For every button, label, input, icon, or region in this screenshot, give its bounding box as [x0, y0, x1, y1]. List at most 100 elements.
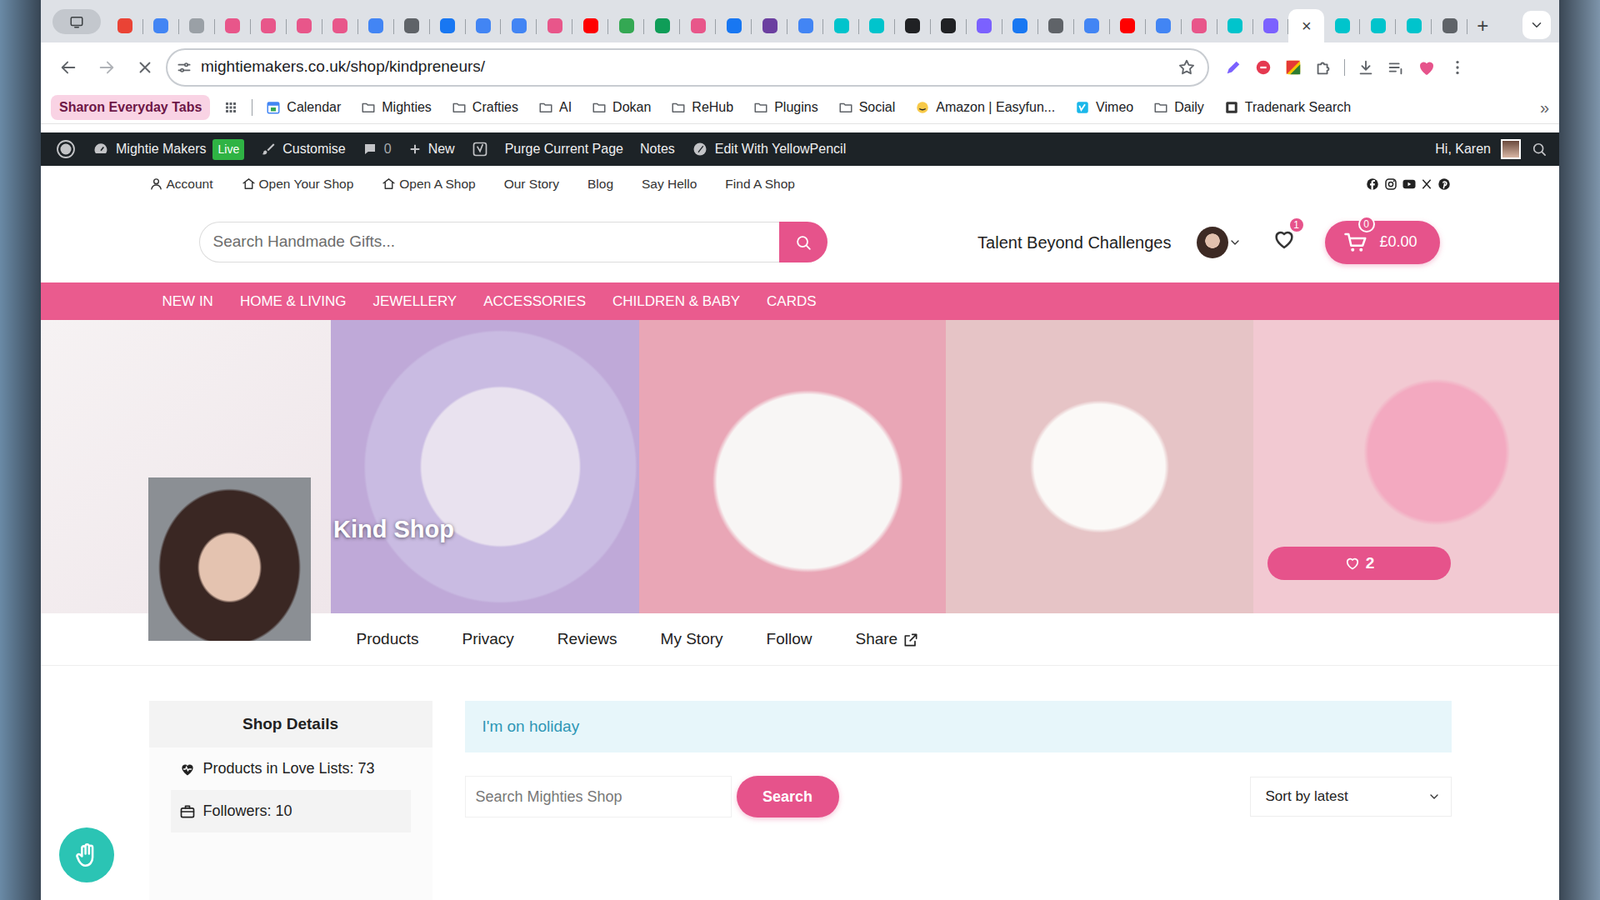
browser-tab[interactable]: ×: [1288, 9, 1325, 43]
shop-tab[interactable]: Privacy: [461, 627, 514, 652]
top-nav-link[interactable]: Open A Shop: [381, 174, 475, 194]
new-menu[interactable]: New: [408, 139, 455, 160]
shop-search-input[interactable]: [465, 775, 732, 818]
browser-tab[interactable]: [500, 9, 537, 43]
tab-menu-button[interactable]: [1522, 10, 1551, 40]
customise-link[interactable]: Customise: [260, 139, 346, 160]
top-nav-link[interactable]: Account: [149, 174, 214, 194]
browser-tab[interactable]: [179, 9, 215, 43]
browser-tab[interactable]: [1324, 9, 1360, 43]
browser-tab[interactable]: [1074, 9, 1110, 43]
cart-button[interactable]: 0£0.00: [1325, 220, 1440, 265]
bookmark[interactable]: Dokan: [585, 95, 658, 120]
bookmark[interactable]: Plugins: [746, 95, 825, 120]
bookmark[interactable]: Calendar: [259, 95, 348, 120]
browser-tab[interactable]: [1002, 9, 1039, 43]
shop-tab[interactable]: Products: [356, 627, 420, 652]
menu-item[interactable]: HOME & LIVING: [240, 290, 347, 313]
browser-tab[interactable]: [322, 9, 359, 43]
bookmark[interactable]: ReHub: [664, 95, 740, 120]
user-avatar-icon[interactable]: [1196, 226, 1229, 259]
browser-tab[interactable]: [895, 9, 931, 43]
top-nav-link[interactable]: Open Your Shop: [241, 174, 355, 194]
search-button[interactable]: [779, 221, 828, 263]
admin-link[interactable]: Purge Current Page: [505, 139, 624, 160]
browser-tab[interactable]: [608, 9, 645, 43]
browser-tab[interactable]: [572, 9, 609, 43]
browser-tab[interactable]: [465, 9, 502, 43]
bookmark[interactable]: AI: [531, 95, 579, 120]
bookmark[interactable]: Amazon | Easyfun...: [908, 95, 1062, 120]
browser-tab[interactable]: [751, 9, 788, 43]
top-nav-link[interactable]: Blog: [587, 174, 614, 194]
menu-item[interactable]: JEWELLERY: [372, 290, 457, 313]
browser-tab[interactable]: [1431, 9, 1468, 43]
menu-item[interactable]: ACCESSORIES: [483, 290, 586, 313]
admin-link[interactable]: Notes: [640, 139, 675, 160]
browser-tab[interactable]: [107, 9, 144, 43]
forward-button[interactable]: [89, 50, 125, 85]
browser-tab[interactable]: [215, 9, 251, 43]
top-nav-link[interactable]: Say Hello: [641, 174, 697, 194]
browser-tab[interactable]: [394, 9, 430, 43]
apps-button[interactable]: [216, 100, 245, 115]
bookmark[interactable]: Social: [831, 95, 903, 120]
site-search-input[interactable]: [199, 221, 780, 263]
browser-tab[interactable]: [430, 9, 466, 43]
browser-tab[interactable]: [143, 9, 180, 43]
menu-item[interactable]: CARDS: [766, 290, 817, 313]
wordpress-menu[interactable]: [55, 139, 76, 160]
browser-tab[interactable]: [1360, 9, 1396, 43]
bookmark[interactable]: Vimeo: [1068, 95, 1140, 120]
browser-tab[interactable]: [1110, 9, 1146, 43]
browser-tab[interactable]: [787, 9, 824, 43]
browser-tab[interactable]: [1217, 9, 1254, 43]
browser-tab[interactable]: [930, 9, 967, 43]
browser-tab[interactable]: [966, 9, 1003, 43]
browser-tab[interactable]: [1395, 9, 1432, 43]
stop-button[interactable]: [127, 50, 163, 85]
comments-link[interactable]: 0: [362, 139, 392, 160]
more-bookmarks[interactable]: »: [1540, 95, 1550, 120]
new-tab-button[interactable]: +: [1467, 9, 1498, 43]
yellowpencil-link[interactable]: Edit With YellowPencil: [691, 139, 846, 160]
top-nav-link[interactable]: Find A Shop: [725, 174, 795, 194]
seo-menu[interactable]: [471, 140, 489, 158]
browser-tab[interactable]: [250, 9, 287, 43]
browser-tab[interactable]: [823, 9, 860, 43]
browser-tab[interactable]: [1253, 9, 1290, 43]
shop-tab[interactable]: Share: [855, 627, 920, 652]
shop-tab[interactable]: Reviews: [557, 627, 618, 652]
shop-tab[interactable]: Follow: [766, 627, 813, 652]
accessibility-button[interactable]: [59, 827, 115, 883]
shop-tab[interactable]: My Story: [660, 627, 724, 652]
browser-tab[interactable]: [286, 9, 323, 43]
back-button[interactable]: [50, 50, 86, 85]
browser-tab[interactable]: [859, 9, 895, 43]
browser-tab[interactable]: [536, 9, 573, 43]
close-tab-button[interactable]: ×: [1301, 17, 1312, 35]
tab-search-button[interactable]: [52, 9, 101, 35]
address-bar[interactable]: mightiemakers.co.uk/shop/kindpreneurs/: [165, 48, 1210, 87]
shop-search-button[interactable]: Search: [736, 775, 840, 818]
menu-item[interactable]: NEW IN: [162, 290, 214, 313]
browser-tab[interactable]: [1038, 9, 1075, 43]
site-menu[interactable]: Mightie MakersLive: [92, 139, 245, 160]
browser-tab[interactable]: [644, 9, 680, 43]
bookmark[interactable]: Crafties: [445, 95, 525, 120]
account-menu[interactable]: Hi, Karen: [1435, 139, 1548, 160]
like-button[interactable]: 2: [1267, 546, 1451, 580]
sort-select[interactable]: Sort by latest: [1250, 776, 1452, 817]
browser-tab[interactable]: [358, 9, 395, 43]
bookmark[interactable]: Daily: [1146, 95, 1211, 120]
bookmark[interactable]: Tradenark Search: [1217, 95, 1358, 120]
browser-tab[interactable]: [680, 9, 716, 43]
browser-tab[interactable]: [715, 9, 752, 43]
browser-tab[interactable]: [1145, 9, 1182, 43]
bookmark[interactable]: Mighties: [354, 95, 439, 120]
tab-group-chip[interactable]: Sharon Everyday Tabs: [50, 95, 210, 120]
top-nav-link[interactable]: Our Story: [504, 174, 560, 194]
wishlist-button[interactable]: 1: [1271, 226, 1297, 258]
menu-item[interactable]: CHILDREN & BABY: [612, 290, 740, 313]
browser-tab[interactable]: [1181, 9, 1218, 43]
